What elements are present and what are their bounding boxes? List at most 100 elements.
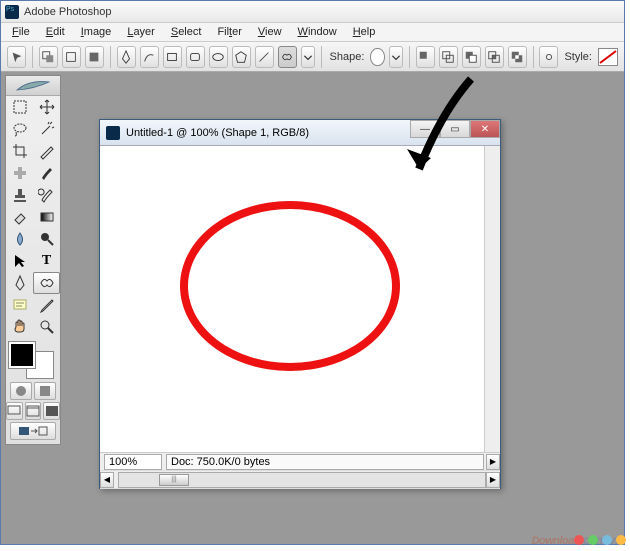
app-icon [5,5,19,19]
standard-mode[interactable] [10,382,32,400]
color-well[interactable] [9,342,57,378]
document-icon [106,126,120,140]
menu-file[interactable]: File [5,24,37,40]
window-buttons: — ▭ ✕ [410,120,500,138]
quickmask-mode[interactable] [34,382,56,400]
menu-view[interactable]: View [251,24,289,40]
tool-zoom[interactable] [33,316,60,338]
tool-heal[interactable] [6,162,33,184]
menu-image[interactable]: Image [74,24,119,40]
close-button[interactable]: ✕ [470,120,500,138]
tool-eraser[interactable] [6,206,33,228]
tool-gradient[interactable] [33,206,60,228]
screen-full-menubar[interactable] [25,402,42,420]
separator [321,46,322,68]
tool-type[interactable]: T [33,250,60,272]
separator [533,46,534,68]
app-title: Adobe Photoshop [24,6,111,18]
document-window: Untitled-1 @ 100% (Shape 1, RGB/8) — ▭ ✕… [99,119,501,489]
menubar: File Edit Image Layer Select Filter View… [1,23,624,42]
shape-label: Shape: [330,51,365,63]
opt-combine-subtract[interactable] [462,46,481,68]
separator [409,46,410,68]
horizontal-scrollbar[interactable]: ||| [118,472,486,488]
tool-history-brush[interactable] [33,184,60,206]
opt-pen-icon[interactable] [117,46,136,68]
minimize-button[interactable]: — [410,120,440,138]
info-menu-arrow[interactable]: ▶ [486,454,500,470]
opt-link-icon[interactable] [539,46,558,68]
opt-shape-layers[interactable] [39,46,58,68]
menu-edit[interactable]: Edit [39,24,72,40]
tool-blur[interactable] [6,228,33,250]
screen-standard[interactable] [6,402,23,420]
tool-hand[interactable] [6,316,33,338]
foreground-color[interactable] [9,342,35,368]
shape-picker-dropdown[interactable] [389,46,403,68]
opt-paths[interactable] [62,46,81,68]
document-titlebar[interactable]: Untitled-1 @ 100% (Shape 1, RGB/8) — ▭ ✕ [100,120,500,146]
toolbox-header[interactable] [6,76,60,96]
style-swatch[interactable] [598,48,618,66]
toolbox: T [5,75,61,445]
document-title: Untitled-1 @ 100% (Shape 1, RGB/8) [126,127,309,139]
menu-select[interactable]: Select [164,24,209,40]
options-bar: Shape: Style: [1,42,624,72]
hscroll-thumb[interactable]: ||| [159,474,189,486]
hscroll-left[interactable]: ◀ [100,472,114,488]
menu-help[interactable]: Help [346,24,383,40]
tool-slice[interactable] [33,140,60,162]
jump-row [6,422,60,440]
opt-rect-icon[interactable] [163,46,182,68]
titlebar[interactable]: Adobe Photoshop [1,1,624,23]
tool-wand[interactable] [33,118,60,140]
menu-filter[interactable]: Filter [210,24,248,40]
menu-layer[interactable]: Layer [120,24,162,40]
opt-ellipse-icon[interactable] [209,46,228,68]
tool-brush[interactable] [33,162,60,184]
tool-dodge[interactable] [33,228,60,250]
canvas[interactable] [100,146,484,452]
separator [110,46,111,68]
style-label: Style: [564,51,592,63]
tool-notes[interactable] [6,294,33,316]
opt-fill-pixels[interactable] [85,46,104,68]
vertical-scrollbar[interactable] [484,146,500,452]
tool-stamp[interactable] [6,184,33,206]
screenmode-row [6,402,60,420]
opt-tool-preset[interactable] [7,46,26,68]
opt-combine-add[interactable] [439,46,458,68]
doc-info[interactable]: Doc: 750.0K/0 bytes [166,454,484,470]
opt-combine-exclude[interactable] [508,46,527,68]
opt-polygon-icon[interactable] [232,46,251,68]
screen-full[interactable] [43,402,60,420]
tool-marquee[interactable] [6,96,33,118]
opt-roundrect-icon[interactable] [186,46,205,68]
opt-custom-shape-icon[interactable] [278,46,297,68]
feather-icon [13,78,53,94]
opt-combine-intersect[interactable] [485,46,504,68]
jump-to-imageready[interactable] [10,422,56,440]
tool-eyedropper[interactable] [33,294,60,316]
separator [32,46,33,68]
menu-window[interactable]: Window [291,24,344,40]
tool-path-select[interactable] [6,250,33,272]
tool-lasso[interactable] [6,118,33,140]
opt-shape-options-dropdown[interactable] [301,46,315,68]
tool-pen[interactable] [6,272,33,294]
hscroll-right[interactable]: ▶ [486,472,500,488]
toolbox-grid: T [6,96,60,338]
opt-line-icon[interactable] [255,46,274,68]
opt-freeform-pen-icon[interactable] [140,46,159,68]
tool-move[interactable] [33,96,60,118]
opt-combine-new[interactable] [416,46,435,68]
shape-ellipse[interactable] [180,201,400,371]
tool-custom-shape[interactable] [33,272,60,294]
quickmask-row [6,382,60,400]
shape-swatch[interactable] [370,48,384,66]
watermark-dots [574,535,626,545]
document-statusbar: Doc: 750.0K/0 bytes ▶ ◀ ||| ▶ [100,452,500,488]
zoom-field[interactable] [104,454,162,470]
tool-crop[interactable] [6,140,33,162]
maximize-button[interactable]: ▭ [440,120,470,138]
